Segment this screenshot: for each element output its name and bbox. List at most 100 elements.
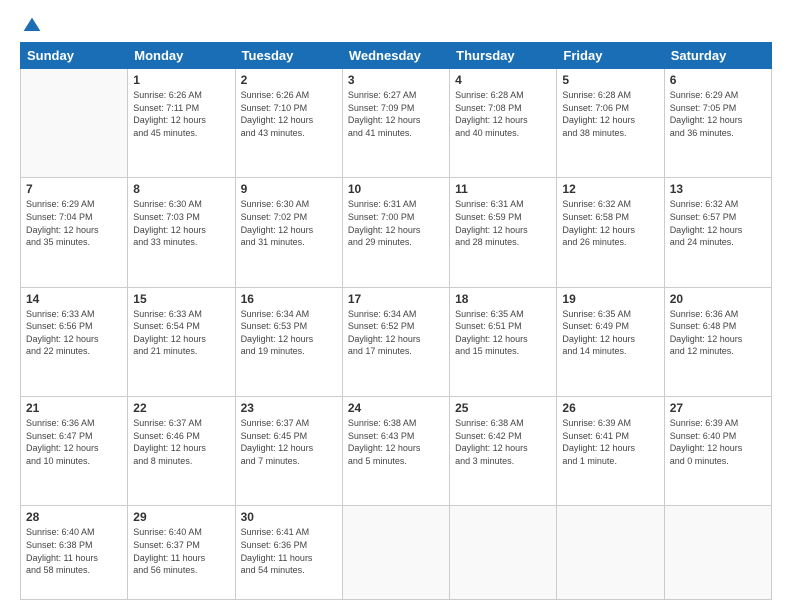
- calendar-cell: [450, 506, 557, 600]
- day-info: Sunrise: 6:27 AM Sunset: 7:09 PM Dayligh…: [348, 89, 444, 139]
- day-info: Sunrise: 6:35 AM Sunset: 6:49 PM Dayligh…: [562, 308, 658, 358]
- col-header-wednesday: Wednesday: [342, 43, 449, 69]
- day-info: Sunrise: 6:31 AM Sunset: 7:00 PM Dayligh…: [348, 198, 444, 248]
- day-number: 27: [670, 401, 766, 415]
- day-number: 2: [241, 73, 337, 87]
- calendar-cell: 9 Sunrise: 6:30 AM Sunset: 7:02 PM Daylig…: [235, 178, 342, 287]
- header: [20, 16, 772, 32]
- day-number: 22: [133, 401, 229, 415]
- calendar-cell: 13 Sunrise: 6:32 AM Sunset: 6:57 PM Dayli…: [664, 178, 771, 287]
- day-number: 4: [455, 73, 551, 87]
- calendar-cell: 23 Sunrise: 6:37 AM Sunset: 6:45 PM Dayli…: [235, 396, 342, 505]
- calendar-cell: 8 Sunrise: 6:30 AM Sunset: 7:03 PM Daylig…: [128, 178, 235, 287]
- day-number: 17: [348, 292, 444, 306]
- day-info: Sunrise: 6:30 AM Sunset: 7:02 PM Dayligh…: [241, 198, 337, 248]
- calendar-cell: 15Sunrise: 6:33 AM Sunset: 6:54 PM Dayli…: [128, 287, 235, 396]
- day-info: Sunrise: 6:34 AM Sunset: 6:52 PM Dayligh…: [348, 308, 444, 358]
- day-info: Sunrise: 6:32 AM Sunset: 6:58 PM Dayligh…: [562, 198, 658, 248]
- day-info: Sunrise: 6:37 AM Sunset: 6:45 PM Dayligh…: [241, 417, 337, 467]
- day-number: 9: [241, 182, 337, 196]
- day-number: 30: [241, 510, 337, 524]
- day-info: Sunrise: 6:26 AM Sunset: 7:10 PM Dayligh…: [241, 89, 337, 139]
- day-number: 6: [670, 73, 766, 87]
- week-row-3: 14 Sunrise: 6:33 AM Sunset: 6:56 PM Dayli…: [21, 287, 772, 396]
- day-info: Sunrise: 6:29 AM Sunset: 7:04 PM Dayligh…: [26, 198, 122, 248]
- calendar-header-row: SundayMondayTuesdayWednesdayThursdayFrid…: [21, 43, 772, 69]
- calendar-cell: 28Sunrise: 6:40 AM Sunset: 6:38 PM Dayli…: [21, 506, 128, 600]
- day-info: Sunrise: 6:38 AM Sunset: 6:42 PM Dayligh…: [455, 417, 551, 467]
- day-info: Sunrise: 6:38 AM Sunset: 6:43 PM Dayligh…: [348, 417, 444, 467]
- day-info: Sunrise: 6:28 AM Sunset: 7:08 PM Dayligh…: [455, 89, 551, 139]
- calendar-cell: 5 Sunrise: 6:28 AM Sunset: 7:06 PM Daylig…: [557, 69, 664, 178]
- calendar-cell: 7 Sunrise: 6:29 AM Sunset: 7:04 PM Daylig…: [21, 178, 128, 287]
- day-info: Sunrise: 6:26 AM Sunset: 7:11 PM Dayligh…: [133, 89, 229, 139]
- day-number: 19: [562, 292, 658, 306]
- day-number: 23: [241, 401, 337, 415]
- week-row-2: 7 Sunrise: 6:29 AM Sunset: 7:04 PM Daylig…: [21, 178, 772, 287]
- day-number: 25: [455, 401, 551, 415]
- col-header-monday: Monday: [128, 43, 235, 69]
- logo: [20, 16, 42, 32]
- day-number: 11: [455, 182, 551, 196]
- day-info: Sunrise: 6:28 AM Sunset: 7:06 PM Dayligh…: [562, 89, 658, 139]
- day-info: Sunrise: 6:33 AM Sunset: 6:56 PM Dayligh…: [26, 308, 122, 358]
- calendar-cell: [21, 69, 128, 178]
- calendar-cell: 10 Sunrise: 6:31 AM Sunset: 7:00 PM Dayli…: [342, 178, 449, 287]
- day-number: 10: [348, 182, 444, 196]
- day-number: 15: [133, 292, 229, 306]
- day-number: 12: [562, 182, 658, 196]
- day-info: Sunrise: 6:29 AM Sunset: 7:05 PM Dayligh…: [670, 89, 766, 139]
- day-number: 3: [348, 73, 444, 87]
- day-number: 8: [133, 182, 229, 196]
- calendar-cell: 25 Sunrise: 6:38 AM Sunset: 6:42 PM Dayli…: [450, 396, 557, 505]
- calendar-cell: 22 Sunrise: 6:37 AM Sunset: 6:46 PM Dayli…: [128, 396, 235, 505]
- day-info: Sunrise: 6:41 AM Sunset: 6:36 PM Dayligh…: [241, 526, 337, 576]
- day-number: 16: [241, 292, 337, 306]
- calendar-cell: 20 Sunrise: 6:36 AM Sunset: 6:48 PM Dayli…: [664, 287, 771, 396]
- day-info: Sunrise: 6:32 AM Sunset: 6:57 PM Dayligh…: [670, 198, 766, 248]
- calendar-cell: 21Sunrise: 6:36 AM Sunset: 6:47 PM Dayli…: [21, 396, 128, 505]
- day-info: Sunrise: 6:40 AM Sunset: 6:38 PM Dayligh…: [26, 526, 122, 576]
- calendar-cell: 6 Sunrise: 6:29 AM Sunset: 7:05 PM Daylig…: [664, 69, 771, 178]
- col-header-tuesday: Tuesday: [235, 43, 342, 69]
- week-row-1: 1Sunrise: 6:26 AM Sunset: 7:11 PM Daylig…: [21, 69, 772, 178]
- calendar-cell: 17 Sunrise: 6:34 AM Sunset: 6:52 PM Dayli…: [342, 287, 449, 396]
- day-number: 20: [670, 292, 766, 306]
- calendar-cell: 30 Sunrise: 6:41 AM Sunset: 6:36 PM Dayli…: [235, 506, 342, 600]
- week-row-5: 28Sunrise: 6:40 AM Sunset: 6:38 PM Dayli…: [21, 506, 772, 600]
- day-number: 14: [26, 292, 122, 306]
- day-number: 5: [562, 73, 658, 87]
- day-number: 24: [348, 401, 444, 415]
- calendar-cell: 29Sunrise: 6:40 AM Sunset: 6:37 PM Dayli…: [128, 506, 235, 600]
- calendar-cell: 3 Sunrise: 6:27 AM Sunset: 7:09 PM Daylig…: [342, 69, 449, 178]
- week-row-4: 21Sunrise: 6:36 AM Sunset: 6:47 PM Dayli…: [21, 396, 772, 505]
- calendar: SundayMondayTuesdayWednesdayThursdayFrid…: [20, 42, 772, 600]
- col-header-saturday: Saturday: [664, 43, 771, 69]
- calendar-cell: 19 Sunrise: 6:35 AM Sunset: 6:49 PM Dayli…: [557, 287, 664, 396]
- calendar-cell: [342, 506, 449, 600]
- day-info: Sunrise: 6:35 AM Sunset: 6:51 PM Dayligh…: [455, 308, 551, 358]
- day-info: Sunrise: 6:31 AM Sunset: 6:59 PM Dayligh…: [455, 198, 551, 248]
- calendar-cell: 16 Sunrise: 6:34 AM Sunset: 6:53 PM Dayli…: [235, 287, 342, 396]
- day-number: 18: [455, 292, 551, 306]
- col-header-sunday: Sunday: [21, 43, 128, 69]
- calendar-cell: [557, 506, 664, 600]
- calendar-cell: 14 Sunrise: 6:33 AM Sunset: 6:56 PM Dayli…: [21, 287, 128, 396]
- calendar-cell: 24 Sunrise: 6:38 AM Sunset: 6:43 PM Dayli…: [342, 396, 449, 505]
- calendar-cell: 18 Sunrise: 6:35 AM Sunset: 6:51 PM Dayli…: [450, 287, 557, 396]
- day-info: Sunrise: 6:36 AM Sunset: 6:47 PM Dayligh…: [26, 417, 122, 467]
- col-header-thursday: Thursday: [450, 43, 557, 69]
- day-number: 7: [26, 182, 122, 196]
- calendar-cell: 27Sunrise: 6:39 AM Sunset: 6:40 PM Dayli…: [664, 396, 771, 505]
- day-info: Sunrise: 6:37 AM Sunset: 6:46 PM Dayligh…: [133, 417, 229, 467]
- day-info: Sunrise: 6:30 AM Sunset: 7:03 PM Dayligh…: [133, 198, 229, 248]
- calendar-cell: 1Sunrise: 6:26 AM Sunset: 7:11 PM Daylig…: [128, 69, 235, 178]
- col-header-friday: Friday: [557, 43, 664, 69]
- day-info: Sunrise: 6:36 AM Sunset: 6:48 PM Dayligh…: [670, 308, 766, 358]
- calendar-cell: 12 Sunrise: 6:32 AM Sunset: 6:58 PM Dayli…: [557, 178, 664, 287]
- day-number: 29: [133, 510, 229, 524]
- day-number: 13: [670, 182, 766, 196]
- calendar-cell: 4 Sunrise: 6:28 AM Sunset: 7:08 PM Daylig…: [450, 69, 557, 178]
- day-number: 26: [562, 401, 658, 415]
- day-info: Sunrise: 6:34 AM Sunset: 6:53 PM Dayligh…: [241, 308, 337, 358]
